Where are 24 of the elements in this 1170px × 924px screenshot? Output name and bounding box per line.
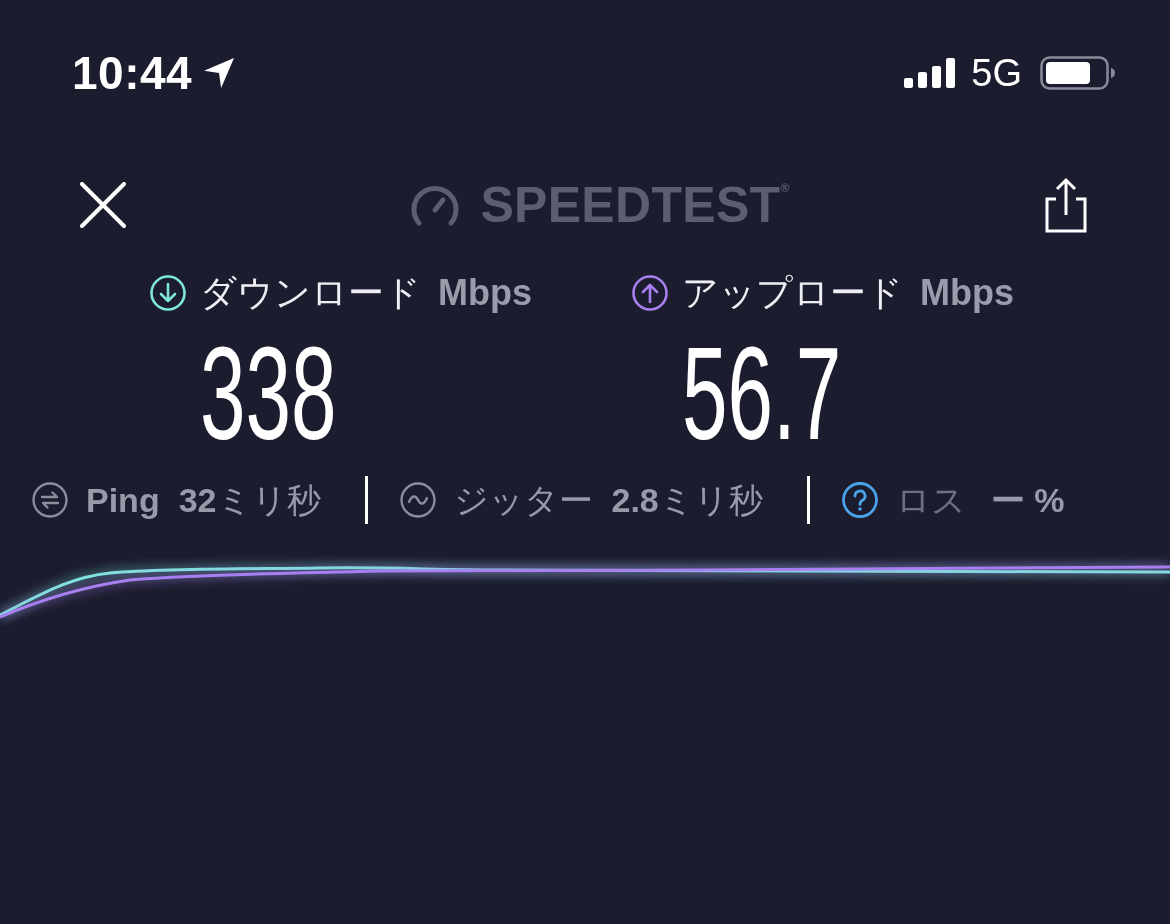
stat-label: ロス [895,479,966,521]
speed-value: 338 [200,328,337,460]
speedtest-logo-text: SPEEDTEST$^{®}$ [480,180,790,230]
stat-label: Ping [86,479,160,521]
stat-label: ジッター [453,479,593,521]
close-button[interactable] [80,182,126,228]
network-label: 5G [971,54,1022,92]
ping-icon [32,482,68,518]
stat-value: ー % [990,479,1065,521]
speed-value: 56.7 [682,328,842,460]
help-icon [841,482,878,518]
close-icon [80,182,126,228]
gauge-icon [410,183,461,227]
status-time: 10:44 [72,50,193,96]
result-label: アップロード [682,271,903,315]
unit-label: Mbps [920,271,1014,315]
share-button[interactable] [1044,177,1088,233]
location-arrow-icon [204,58,235,88]
signal-icon [904,58,956,88]
battery-icon [1040,56,1115,90]
share-icon [1044,177,1088,233]
unit-label: Mbps [438,271,532,315]
wave-icon [399,482,436,518]
result-label: ダウンロード [200,271,421,315]
